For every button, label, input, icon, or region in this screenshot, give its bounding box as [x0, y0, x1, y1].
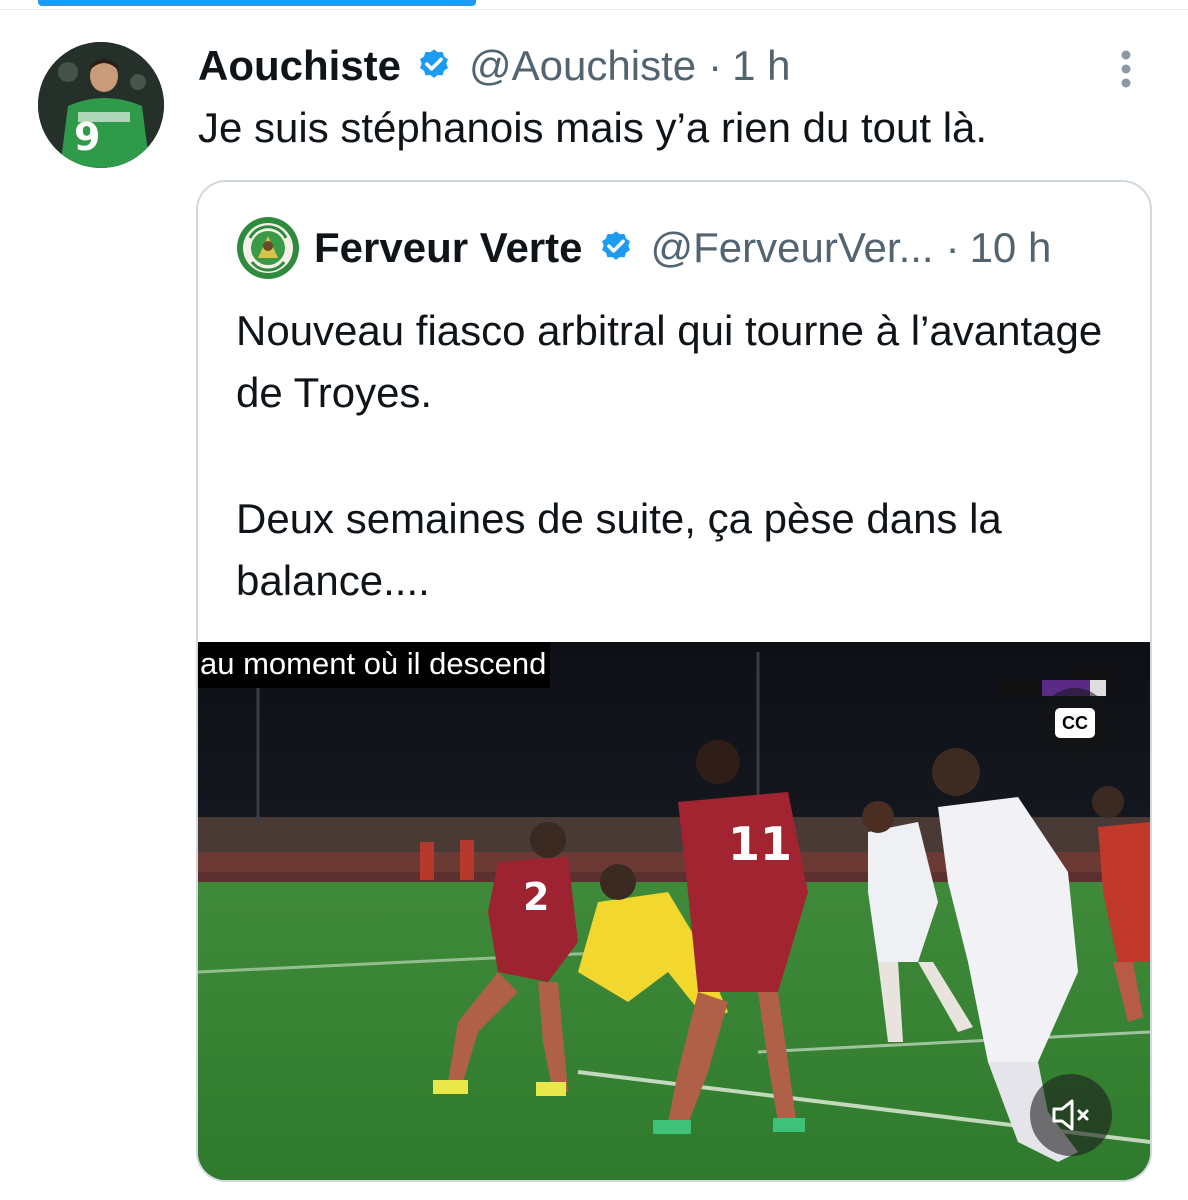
quoted-tweet-card[interactable]: Ferveur Verte @FerveurVer... · 10 h Nouv…	[196, 180, 1152, 1182]
quoted-author-avatar[interactable]	[236, 216, 300, 280]
separator-dot: ·	[945, 224, 960, 271]
divider	[0, 9, 1188, 10]
unmute-button[interactable]	[1030, 1074, 1112, 1156]
svg-text:11: 11	[728, 817, 792, 871]
top-tab-indicator	[0, 0, 1188, 10]
quoted-tweet-paragraph: Nouveau fiasco arbitral qui tourne à l’a…	[236, 307, 1103, 416]
quoted-tweet-header: Ferveur Verte @FerveurVer... · 10 h	[236, 217, 1052, 279]
video-frame: 2 11	[198, 642, 1150, 1180]
verified-badge-icon[interactable]	[597, 229, 635, 267]
svg-text:9: 9	[74, 115, 100, 159]
author-handle[interactable]: @Aouchiste	[469, 42, 696, 90]
verified-badge-icon[interactable]	[415, 47, 453, 85]
volume-muted-icon	[1052, 1099, 1089, 1131]
author-avatar[interactable]: 9	[38, 42, 164, 168]
closed-captions-button[interactable]: CC	[1040, 688, 1110, 758]
quoted-tweet-text: Nouveau fiasco arbitral qui tourne à l’a…	[236, 300, 1116, 612]
tweet-timestamp[interactable]: 1 h	[732, 42, 790, 90]
author-display-name[interactable]: Aouchiste	[198, 42, 401, 90]
quoted-author-display-name[interactable]: Ferveur Verte	[314, 224, 583, 272]
video-caption: au moment où il descend	[198, 642, 551, 688]
tweet-text: Je suis stéphanois mais y’a rien du tout…	[198, 104, 988, 151]
closed-captions-icon: CC	[1055, 708, 1095, 738]
ferveur-verte-logo-icon	[237, 217, 299, 279]
svg-text:2: 2	[523, 875, 549, 919]
separator-dot: ·	[708, 42, 723, 89]
quoted-tweet-timestamp[interactable]: 10 h	[970, 224, 1052, 272]
more-vertical-icon[interactable]	[1112, 48, 1140, 90]
active-tab-underline	[38, 0, 476, 6]
avatar-icon: 9	[38, 42, 164, 168]
video-player[interactable]: 2 11 au moment où il descend CC	[198, 642, 1150, 1180]
tweet-header: Aouchiste @Aouchiste · 1 h	[198, 38, 791, 94]
quoted-author-handle[interactable]: @FerveurVer...	[651, 224, 934, 272]
quoted-tweet-paragraph: Deux semaines de suite, ça pèse dans la …	[236, 495, 1002, 604]
